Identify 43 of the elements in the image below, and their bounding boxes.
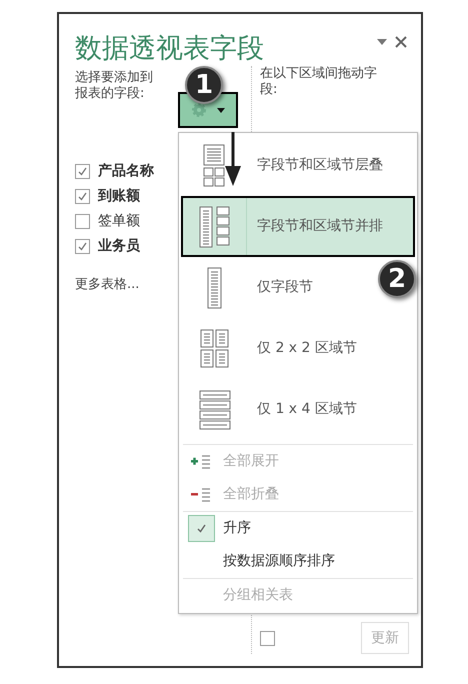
collapse-all-icon (190, 486, 212, 502)
sort-option[interactable]: 按数据源顺序排序 (179, 545, 417, 578)
panel-title: 数据透视表字段 (75, 32, 264, 66)
field-label: 产品名称 (98, 162, 154, 180)
layout-option-label: 仅 2 x 2 区域节 (257, 339, 357, 358)
layout-icon (198, 204, 232, 248)
layout-option-label: 仅 1 x 4 区域节 (257, 400, 357, 419)
sort-option-label: 按数据源顺序排序 (223, 552, 335, 571)
gear-icon (191, 102, 207, 118)
field-checkbox[interactable] (75, 164, 90, 178)
more-tables-link[interactable]: 更多表格... (75, 275, 140, 294)
field-label: 签单额 (98, 212, 140, 230)
down-arrow (223, 132, 243, 186)
expand-all-icon (190, 454, 212, 470)
sort-option[interactable]: 升序 (179, 512, 417, 545)
layout-option-label: 仅字段节 (257, 278, 313, 297)
field-checkbox[interactable] (75, 214, 90, 228)
defer-update-checkbox[interactable] (260, 630, 275, 646)
check-icon (77, 190, 88, 202)
layout-option[interactable]: 仅 1 x 4 区域节 (181, 379, 363, 440)
check-icon (77, 166, 88, 176)
dropdown-icon[interactable] (377, 39, 387, 45)
layout-option[interactable]: 仅字段节 (181, 257, 319, 318)
menu-item-label: 全部折叠 (223, 485, 279, 504)
menu-item-label: 全部展开 (223, 452, 279, 471)
sort-option-label: 升序 (223, 519, 251, 538)
layout-icon (198, 388, 232, 432)
layout-option[interactable]: 字段节和区域节层叠 (181, 135, 389, 196)
field-label: 到账额 (98, 187, 140, 205)
layout-option[interactable]: 仅 2 x 2 区域节 (181, 318, 363, 379)
step-badge: 1 (185, 66, 223, 104)
caret-icon (217, 108, 225, 112)
field-label: 业务员 (98, 237, 140, 255)
field-checkbox[interactable] (75, 238, 90, 254)
field-checkbox[interactable] (75, 188, 90, 204)
layout-option-label: 字段节和区域节层叠 (257, 156, 383, 175)
area-prompt: 在以下区域间拖动字段: (260, 66, 378, 98)
layout-option[interactable]: 字段节和区域节并排 (181, 196, 415, 257)
menu-item-label: 分组相关表 (223, 586, 293, 604)
field-prompt: 选择要添加到报表的字段: (75, 70, 154, 102)
check-icon (77, 240, 88, 252)
close-icon[interactable] (395, 36, 407, 48)
layout-option-label: 字段节和区域节并排 (257, 217, 383, 236)
